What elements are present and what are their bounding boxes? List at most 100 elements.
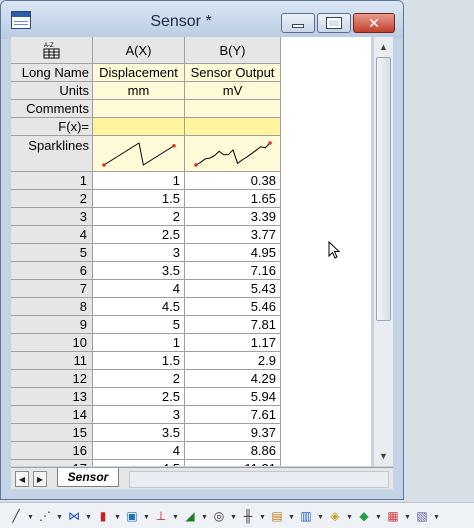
chevron-down-icon[interactable]: ▼ — [230, 514, 237, 521]
chevron-down-icon[interactable]: ▼ — [201, 514, 208, 521]
cell-b[interactable]: 11.21 — [185, 460, 281, 466]
line-symbol-icon[interactable]: ⋈ — [64, 508, 84, 524]
row-number[interactable]: 2 — [11, 190, 93, 208]
worksheet-icon[interactable] — [11, 11, 31, 29]
cell-b[interactable]: 2.9 — [185, 352, 281, 370]
row-number[interactable]: 14 — [11, 406, 93, 424]
long-name-b[interactable]: Sensor Output — [185, 64, 281, 82]
column-plot-icon[interactable]: ▮ — [93, 508, 113, 524]
cell-b[interactable]: 8.86 — [185, 442, 281, 460]
row-number[interactable]: 16 — [11, 442, 93, 460]
chevron-down-icon[interactable]: ▼ — [114, 514, 121, 521]
waterfall-icon[interactable]: ▦ — [383, 508, 403, 524]
comments-b[interactable] — [185, 100, 281, 118]
row-number[interactable]: 12 — [11, 370, 93, 388]
cell-a[interactable]: 5 — [93, 316, 185, 334]
chevron-down-icon[interactable]: ▼ — [27, 514, 34, 521]
sparkline-a[interactable] — [93, 136, 185, 172]
cell-a[interactable]: 1.5 — [93, 352, 185, 370]
cell-b[interactable]: 3.39 — [185, 208, 281, 226]
chevron-down-icon[interactable]: ▼ — [288, 514, 295, 521]
chevron-down-icon[interactable]: ▼ — [375, 514, 382, 521]
row-number[interactable]: 17 — [11, 460, 93, 466]
cell-b[interactable]: 3.77 — [185, 226, 281, 244]
line-plot-icon[interactable]: ╱ — [6, 508, 26, 524]
row-number[interactable]: 4 — [11, 226, 93, 244]
fx-a[interactable] — [93, 118, 185, 136]
cell-a[interactable]: 2.5 — [93, 226, 185, 244]
row-number[interactable]: 7 — [11, 280, 93, 298]
template-icon[interactable]: ▧ — [412, 508, 432, 524]
row-number[interactable]: 8 — [11, 298, 93, 316]
row-number[interactable]: 10 — [11, 334, 93, 352]
row-number[interactable]: 3 — [11, 208, 93, 226]
cell-a[interactable]: 1 — [93, 334, 185, 352]
tab-next-button[interactable]: ▶ — [33, 471, 47, 487]
row-label-fx[interactable]: F(x)= — [11, 118, 93, 136]
column-header-b[interactable]: B(Y) — [185, 37, 281, 64]
row-number[interactable]: 6 — [11, 262, 93, 280]
minimize-button[interactable] — [281, 13, 315, 33]
chevron-down-icon[interactable]: ▼ — [346, 514, 353, 521]
cell-a[interactable]: 4 — [93, 442, 185, 460]
row-label-sparklines[interactable]: Sparklines — [11, 136, 93, 172]
long-name-a[interactable]: Displacement — [93, 64, 185, 82]
cell-a[interactable]: 3.5 — [93, 424, 185, 442]
chevron-down-icon[interactable]: ▼ — [404, 514, 411, 521]
row-number[interactable]: 13 — [11, 388, 93, 406]
polar-plot-icon[interactable]: ◎ — [209, 508, 229, 524]
horizontal-scrollbar[interactable] — [129, 471, 389, 488]
units-b[interactable]: mV — [185, 82, 281, 100]
cell-b[interactable]: 1.17 — [185, 334, 281, 352]
close-button[interactable]: ✕ — [353, 13, 395, 33]
3d-plot-icon[interactable]: ▥ — [296, 508, 316, 524]
row-number[interactable]: 9 — [11, 316, 93, 334]
scatter-plot-icon[interactable]: ⋰ — [35, 508, 55, 524]
cell-a[interactable]: 4.5 — [93, 460, 185, 466]
column-header-a[interactable]: A(X) — [93, 37, 185, 64]
cell-a[interactable]: 3.5 — [93, 262, 185, 280]
chevron-down-icon[interactable]: ▼ — [56, 514, 63, 521]
chevron-down-icon[interactable]: ▼ — [433, 514, 440, 521]
chevron-down-icon[interactable]: ▼ — [172, 514, 179, 521]
fx-b[interactable] — [185, 118, 281, 136]
cell-a[interactable]: 2.5 — [93, 388, 185, 406]
chevron-down-icon[interactable]: ▼ — [143, 514, 150, 521]
row-number[interactable]: 15 — [11, 424, 93, 442]
chevron-down-icon[interactable]: ▼ — [85, 514, 92, 521]
worksheet-grid[interactable]: A-Z A(X) B(Y) Long Name Displacement Sen… — [11, 37, 371, 466]
cell-b[interactable]: 7.16 — [185, 262, 281, 280]
cell-b[interactable]: 4.95 — [185, 244, 281, 262]
row-number[interactable]: 5 — [11, 244, 93, 262]
candlestick-icon[interactable]: ╫ — [238, 508, 258, 524]
image-plot-icon[interactable]: ▣ — [122, 508, 142, 524]
cell-a[interactable]: 4.5 — [93, 298, 185, 316]
cell-a[interactable]: 3 — [93, 406, 185, 424]
cell-b[interactable]: 1.65 — [185, 190, 281, 208]
scroll-down-icon[interactable]: ▼ — [376, 448, 391, 464]
corner-button[interactable]: A-Z — [11, 37, 93, 64]
cell-b[interactable]: 5.43 — [185, 280, 281, 298]
row-label-comments[interactable]: Comments — [11, 100, 93, 118]
cell-b[interactable]: 4.29 — [185, 370, 281, 388]
cell-b[interactable]: 5.94 — [185, 388, 281, 406]
vertical-scroll-thumb[interactable] — [376, 57, 391, 321]
box-chart-icon[interactable]: ▤ — [267, 508, 287, 524]
error-bar-icon[interactable]: ⊥ — [151, 508, 171, 524]
scroll-up-icon[interactable]: ▲ — [376, 39, 391, 55]
row-label-long-name[interactable]: Long Name — [11, 64, 93, 82]
units-a[interactable]: mm — [93, 82, 185, 100]
cell-b[interactable]: 7.81 — [185, 316, 281, 334]
maximize-button[interactable] — [317, 13, 351, 33]
cell-a[interactable]: 1.5 — [93, 190, 185, 208]
surface-icon[interactable]: ◆ — [354, 508, 374, 524]
cell-b[interactable]: 0.38 — [185, 172, 281, 190]
cell-a[interactable]: 1 — [93, 172, 185, 190]
row-label-units[interactable]: Units — [11, 82, 93, 100]
title-bar[interactable]: Sensor * ✕ — [1, 1, 403, 39]
cell-b[interactable]: 7.61 — [185, 406, 281, 424]
sparkline-b[interactable] — [185, 136, 281, 172]
cell-a[interactable]: 4 — [93, 280, 185, 298]
chevron-down-icon[interactable]: ▼ — [317, 514, 324, 521]
vertical-scrollbar[interactable]: ▲ ▼ — [373, 37, 393, 466]
